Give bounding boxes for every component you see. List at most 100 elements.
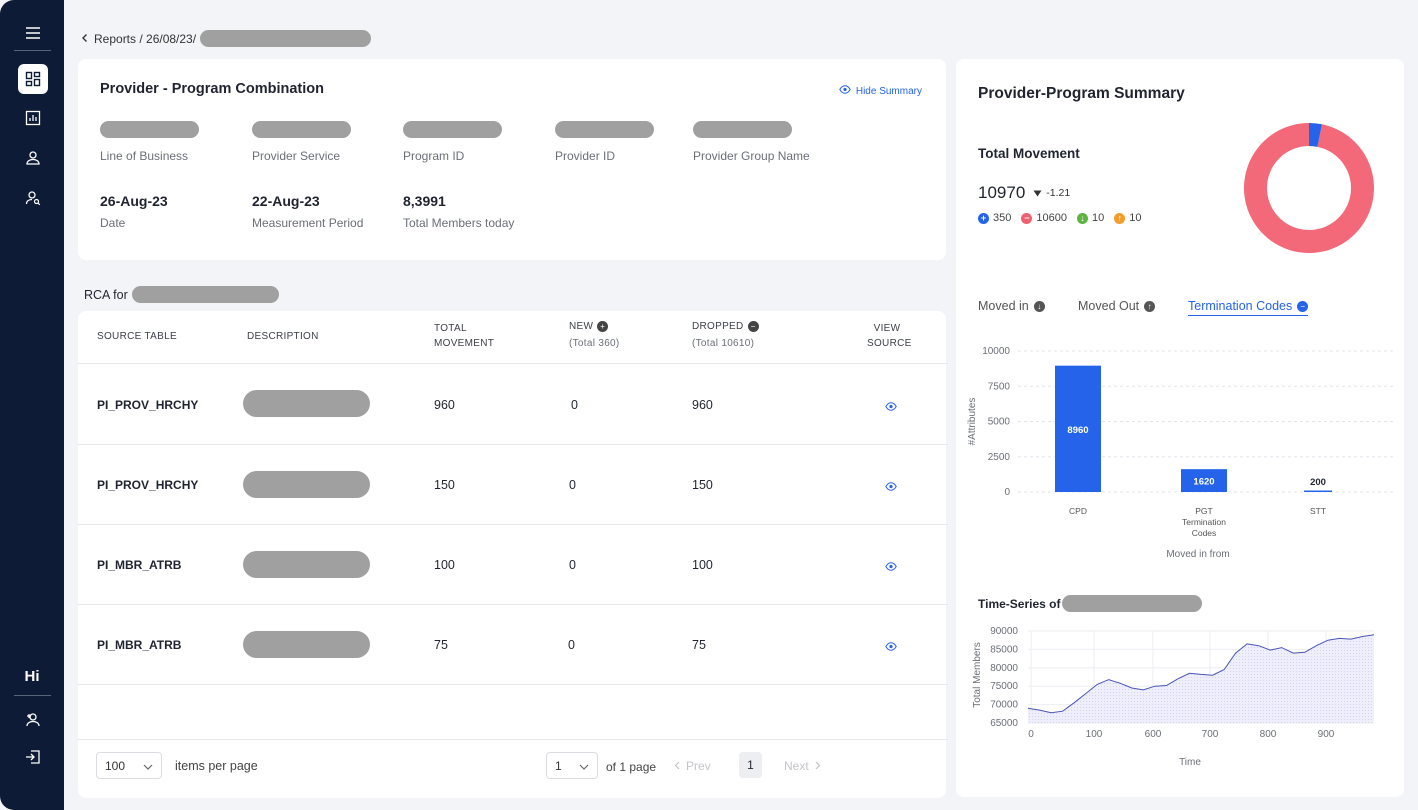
per-page-label: items per page bbox=[175, 759, 258, 773]
y-tick-label: 80000 bbox=[990, 663, 1018, 674]
x-axis-label: Time bbox=[1179, 757, 1201, 768]
footer-divider bbox=[78, 739, 948, 740]
row-dropped: 960 bbox=[692, 398, 713, 412]
movement-value-group: 10970 -1.21 bbox=[978, 183, 1070, 203]
chevron-down-icon bbox=[143, 759, 153, 773]
user-icon[interactable] bbox=[18, 143, 48, 173]
redacted-name bbox=[131, 286, 279, 303]
redacted-name bbox=[200, 30, 372, 47]
termination-bar-chart: 10000 7500 5000 2500 0 #Attributes 8960 CPD 1620… bbox=[967, 346, 1396, 560]
caret-down-icon bbox=[1033, 184, 1042, 202]
th-dropped-label: DROPPED bbox=[692, 321, 744, 332]
row-new: 0 bbox=[569, 478, 576, 492]
bar-value-label: 1620 bbox=[1193, 477, 1214, 488]
legend-moved-in: ↓ 10 bbox=[1076, 212, 1104, 224]
x-tick-label: Codes bbox=[1192, 528, 1217, 538]
next-label: Next bbox=[784, 759, 809, 773]
x-tick-label: PGT bbox=[1195, 506, 1212, 516]
x-axis-label: Moved in from bbox=[1166, 549, 1229, 560]
th-new: NEW + (Total 360) bbox=[569, 319, 620, 351]
user-search-icon[interactable] bbox=[18, 183, 48, 213]
x-tick-label: Termination bbox=[1182, 517, 1226, 527]
minus-circle-icon: − bbox=[1021, 212, 1033, 224]
th-dropped-total: (Total 10610) bbox=[692, 338, 755, 349]
tab-moved-out[interactable]: Moved Out ↑ bbox=[1078, 299, 1156, 313]
y-axis-label: #Attributes bbox=[967, 398, 978, 446]
bar[interactable] bbox=[1304, 490, 1332, 493]
row-source: PI_MBR_ATRB bbox=[97, 558, 182, 572]
row-total: 960 bbox=[434, 398, 455, 412]
legend-dropped: −10600 bbox=[1021, 212, 1067, 224]
timeseries-chart: 90000 85000 80000 75000 70000 65000 0 100 600 700… bbox=[972, 626, 1375, 768]
y-tick-label: 10000 bbox=[982, 346, 1010, 357]
tab-label: Moved in bbox=[978, 299, 1029, 313]
arrow-up-circle-icon: ↑ bbox=[1144, 300, 1156, 312]
th-dropped: DROPPED − (Total 10610) bbox=[692, 319, 759, 351]
view-source-eye-icon[interactable] bbox=[885, 638, 897, 656]
stat-measurement-period: 22-Aug-23 Measurement Period bbox=[252, 193, 363, 230]
redacted-description bbox=[243, 390, 370, 417]
th-view-line2: SOURCE bbox=[867, 338, 912, 349]
page-count-label: of 1 page bbox=[606, 760, 657, 774]
movement-value: 10970 bbox=[978, 183, 1026, 202]
movement-legend: +350 −10600 ↓ 10 ↑ 10 bbox=[978, 212, 1151, 224]
th-new-label: NEW bbox=[569, 321, 594, 332]
summary-title: Provider - Program Combination bbox=[100, 81, 324, 97]
legend-value: 10600 bbox=[1036, 212, 1067, 224]
sidebar: Hi bbox=[0, 0, 64, 810]
tab-termination-codes[interactable]: Termination Codes − bbox=[1188, 299, 1309, 316]
y-tick-label: 7500 bbox=[988, 381, 1011, 392]
row-source: PI_PROV_HRCHY bbox=[97, 478, 199, 492]
redacted-value bbox=[252, 121, 351, 138]
chevron-left-icon[interactable] bbox=[80, 32, 90, 46]
view-source-eye-icon[interactable] bbox=[885, 558, 897, 576]
redacted-description bbox=[243, 551, 370, 578]
hide-summary-link[interactable]: Hide Summary bbox=[839, 85, 922, 97]
prev-button[interactable]: Prev bbox=[674, 759, 711, 773]
breadcrumb-path[interactable]: Reports / 26/08/23/ bbox=[94, 32, 196, 46]
view-source-eye-icon[interactable] bbox=[885, 398, 897, 416]
next-button[interactable]: Next bbox=[784, 759, 821, 773]
arrow-down-circle-icon: ↓ bbox=[1076, 212, 1088, 224]
rca-title-label: RCA for bbox=[84, 287, 128, 302]
th-description: DESCRIPTION bbox=[247, 331, 319, 342]
field-provider-service: Provider Service bbox=[252, 121, 351, 163]
field-label: Line of Business bbox=[100, 149, 189, 163]
dashboard-icon[interactable] bbox=[18, 64, 48, 94]
row-source: PI_PROV_HRCHY bbox=[97, 398, 199, 412]
logout-icon[interactable] bbox=[18, 742, 48, 772]
field-label: Provider ID bbox=[555, 149, 616, 163]
view-source-eye-icon[interactable] bbox=[885, 478, 897, 496]
y-tick-label: 90000 bbox=[990, 626, 1018, 637]
redacted-name bbox=[1062, 595, 1203, 612]
redacted-value bbox=[100, 121, 199, 138]
tab-moved-in[interactable]: Moved in ↓ bbox=[978, 299, 1045, 313]
y-tick-label: 0 bbox=[1004, 487, 1010, 498]
summary-panel: Provider-Program Summary Total Movement … bbox=[956, 59, 1404, 797]
per-page-select[interactable]: 100 bbox=[96, 752, 162, 779]
reports-icon[interactable] bbox=[18, 103, 48, 133]
field-provider-id: Provider ID bbox=[555, 121, 654, 163]
per-page-value: 100 bbox=[105, 758, 126, 773]
row-divider bbox=[78, 684, 948, 685]
stat-value: 22-Aug-23 bbox=[252, 193, 320, 209]
menu-icon[interactable] bbox=[18, 18, 48, 48]
minus-circle-icon: − bbox=[1297, 300, 1309, 312]
y-tick-label: 85000 bbox=[990, 644, 1018, 655]
summary-card: Provider - Program Combination Hide Summ… bbox=[78, 59, 946, 260]
legend-moved-out: ↑ 10 bbox=[1114, 212, 1141, 224]
row-new: 0 bbox=[569, 558, 576, 572]
x-tick-label: 700 bbox=[1202, 729, 1219, 740]
eye-icon bbox=[839, 85, 851, 97]
page-1-button[interactable]: 1 bbox=[739, 752, 762, 778]
y-tick-label: 70000 bbox=[990, 700, 1018, 711]
row-total: 150 bbox=[434, 478, 455, 492]
stat-label: Total Members today bbox=[403, 216, 515, 230]
donut-chart bbox=[1244, 123, 1374, 253]
sidebar-divider bbox=[14, 50, 51, 51]
x-tick-label: 0 bbox=[1028, 729, 1034, 740]
sidebar-divider bbox=[14, 695, 51, 696]
x-tick-label: CPD bbox=[1069, 506, 1087, 516]
add-user-icon[interactable] bbox=[18, 705, 48, 735]
page-select[interactable]: 1 bbox=[546, 752, 598, 779]
